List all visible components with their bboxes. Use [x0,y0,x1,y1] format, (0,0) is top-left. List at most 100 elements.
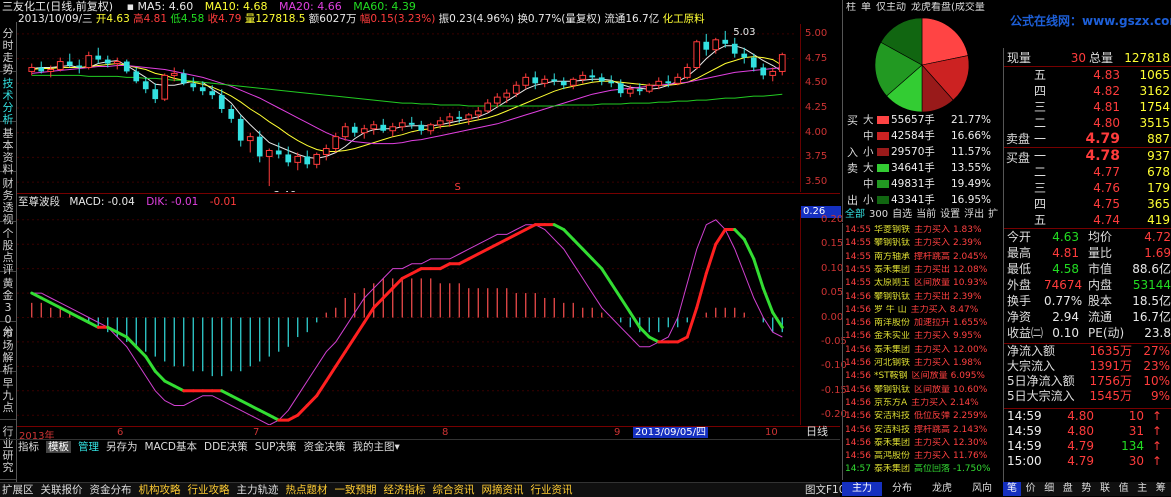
ext-tab-2[interactable]: 资金分布 [90,484,132,496]
toolbar-btn-6[interactable]: SUP决策 [255,441,297,453]
filter-tab-6[interactable]: 扩 [988,209,998,220]
filter-tab-5[interactable]: 浮出 [964,209,984,220]
indicator-name[interactable]: 至尊波段 [18,196,60,208]
trade-row[interactable]: 14:56安洁科技低位反弹2.259% [845,411,1003,422]
pie-header-tab-0[interactable]: 柱 [846,2,856,13]
quote-tab-0[interactable]: 笔 [1003,482,1021,496]
bid-row[interactable]: 二4.77678 [1004,164,1171,181]
toolbar-btn-4[interactable]: MACD基本 [145,441,197,453]
filter-tab-2[interactable]: 自选 [892,209,912,220]
bid-row[interactable]: 四4.75365 [1004,196,1171,213]
bid-row[interactable]: 一4.78937 [1004,148,1171,165]
f10-tab[interactable]: 图文F10 [805,483,845,497]
ext-tab-3[interactable]: 机构攻略 [139,484,181,496]
left-tab-0[interactable]: 分时走势 [0,22,16,72]
trade-event: 主力买入 [914,358,950,368]
trade-tab-1[interactable]: 分布 [882,482,922,496]
trade-pct: 2.14% [950,398,979,408]
ask-row[interactable]: 三4.811754 [1004,99,1171,116]
toolbar-btn-7[interactable]: 资金决策 [303,441,345,453]
ext-tab-11[interactable]: 行业资讯 [531,484,573,496]
trade-row[interactable]: 14:56京东方A主力买入2.14% [845,398,1003,409]
trade-row[interactable]: 14:56高鸿股份主力买入11.76% [845,451,1003,462]
trade-row[interactable]: 14:56泰禾集团主力买入12.30% [845,438,1003,449]
trade-row[interactable]: 14:55南方轴承撑杆跳高2.045% [845,252,1003,263]
ext-tab-9[interactable]: 综合资讯 [433,484,475,496]
trade-alert-list[interactable]: 14:55华菱钢铁主力买入1.83% 14:55攀钢钒钛主力买入2.39% 14:5… [842,223,1003,480]
trade-row[interactable]: 14:56南洋股份加速拉升1.655% [845,318,1003,329]
left-tab-6[interactable]: 市场解析 [0,322,16,372]
trade-row[interactable]: 14:56罗 牛 山主力买入8.47% [845,305,1003,316]
quote-tab-2[interactable]: 细 [1040,482,1058,496]
trade-row[interactable]: 14:56安洁科技撑杆跳高2.143% [845,425,1003,436]
toolbar-btn-8[interactable]: 我的主图▾ [352,441,399,453]
pie-header-tab-3[interactable]: 龙虎看盘(成交量 [911,2,985,13]
candle [371,121,377,135]
toolbar-btn-2[interactable]: 管理 [78,441,99,453]
trade-tab-0[interactable]: 主力 [842,482,882,496]
bid-row[interactable]: 三4.76179 [1004,180,1171,197]
trade-row[interactable]: 14:55华菱钢铁主力买入1.83% [845,225,1003,236]
bid-row[interactable]: 五4.74419 [1004,212,1171,229]
trade-row[interactable]: 14:55泰禾集团主力买出12.08% [845,265,1003,276]
quote-tab-6[interactable]: 值 [1115,482,1133,496]
trade-row[interactable]: 14:57泰禾集团高位回落-1.750% [845,464,1003,475]
price-tick: 4.00 [805,127,845,138]
ext-tab-10[interactable]: 网摘资讯 [482,484,524,496]
stock-title[interactable]: 三友化工(日线,前复权) [2,0,113,13]
toolbar-btn-0[interactable]: 指标 [18,441,39,453]
ext-tab-1[interactable]: 关联报价 [41,484,83,496]
filter-tab-0[interactable]: 全部 [845,209,865,220]
left-tab-7[interactable]: 早九点 [0,372,16,420]
toolbar-btn-3[interactable]: 另存为 [106,441,138,453]
left-tab-3[interactable]: 财务透视 [0,172,16,222]
trade-pct: -1.750% [953,464,991,474]
quote-tab-8[interactable]: 筹 [1152,482,1170,496]
quote-tab-1[interactable]: 价 [1022,482,1040,496]
left-tab-5[interactable]: 黄金30分 [0,272,16,322]
trade-row[interactable]: 14:55太原刚玉区间放量10.93% [845,278,1003,289]
trade-row[interactable]: 14:56攀钢钒钛主力买出2.39% [845,292,1003,303]
trade-row[interactable]: 14:55攀钢钒钛主力买入2.39% [845,238,1003,249]
trade-row[interactable]: 14:56攀钢钒钛区间放量10.60% [845,385,1003,396]
stat-key: 最低 [1007,261,1031,277]
ask-row[interactable]: 五4.831065 [1004,67,1171,84]
filter-tab-3[interactable]: 当前 [916,209,936,220]
left-tab-4[interactable]: 个股点评 [0,222,16,272]
candle [276,143,282,159]
pie-row-swatch [877,148,889,156]
trade-tab-2[interactable]: 龙虎 [922,482,962,496]
tick-row: 14:594.8031↑ [1004,424,1171,439]
volume-pie-chart[interactable] [873,16,971,114]
quote-tab-3[interactable]: 盘 [1059,482,1077,496]
pie-header-tab-2[interactable]: 仅主动 [876,2,906,13]
macd-chart[interactable] [17,210,797,425]
ext-tab-5[interactable]: 主力轨迹 [237,484,279,496]
ask-row[interactable]: 四4.823162 [1004,83,1171,100]
pie-header-tab-1[interactable]: 单 [861,2,871,13]
ext-tab-7[interactable]: 一致预期 [335,484,377,496]
trade-row[interactable]: 14:56金禾实业主力买入9.95% [845,331,1003,342]
quote-tab-7[interactable]: 主 [1133,482,1151,496]
trade-row[interactable]: 14:56*ST鞍钢区间放量6.095% [845,371,1003,382]
wave-segment [469,254,479,259]
trade-row[interactable]: 14:56河北钢铁主力买入1.98% [845,358,1003,369]
toolbar-right-tab[interactable]: 日线 [806,423,828,439]
left-tab-2[interactable]: 基本资料 [0,122,16,172]
ext-tab-6[interactable]: 热点题材 [286,484,328,496]
candlestick-chart[interactable]: 5.03←3.46S [17,24,797,192]
ext-tab-8[interactable]: 经济指标 [384,484,426,496]
filter-tab-1[interactable]: 300 [869,209,888,220]
toolbar-btn-1[interactable]: 模板 [46,441,71,453]
quote-tab-5[interactable]: 联 [1096,482,1114,496]
ext-tab-0[interactable]: 扩展区 [2,484,34,496]
quote-tab-4[interactable]: 势 [1077,482,1095,496]
toolbar-btn-5[interactable]: DDE决策 [204,441,248,453]
trade-time: 14:55 [845,278,871,288]
trade-row[interactable]: 14:56泰禾集团主力买入12.00% [845,345,1003,356]
ext-tab-4[interactable]: 行业攻略 [188,484,230,496]
stat-key: 换手 [1007,293,1031,309]
trade-tab-3[interactable]: 风向 [962,482,1002,496]
left-tab-1[interactable]: 技术分析 [0,72,16,122]
filter-tab-4[interactable]: 设置 [940,209,960,220]
